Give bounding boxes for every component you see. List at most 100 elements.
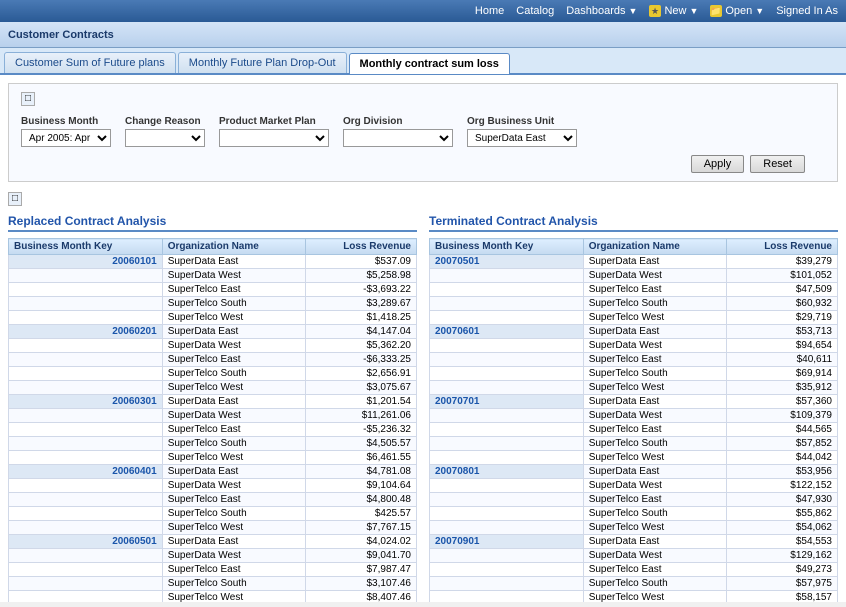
terminated-org-cell: SuperTelco South (583, 297, 727, 311)
replaced-org-cell: SuperTelco West (162, 381, 306, 395)
replaced-org-cell: SuperData East (162, 465, 306, 479)
table-row: SuperTelco West$1,418.25 (9, 311, 417, 325)
terminated-amount-cell: $57,852 (727, 437, 838, 451)
collapse-analysis-icon[interactable]: □ (8, 192, 22, 206)
replaced-key-cell: 20060501 (9, 535, 163, 549)
tab-monthly-contract[interactable]: Monthly contract sum loss (349, 53, 510, 74)
business-month-select[interactable]: Apr 2005: Apr 2I (21, 129, 111, 147)
replaced-org-cell: SuperTelco West (162, 311, 306, 325)
replaced-org-cell: SuperData East (162, 325, 306, 339)
replaced-amount-cell: $2,656.91 (306, 367, 417, 381)
replaced-col-loss: Loss Revenue (306, 239, 417, 255)
replaced-key-cell (9, 269, 163, 283)
table-row: SuperTelco East$47,509 (430, 283, 838, 297)
replaced-org-cell: SuperData East (162, 255, 306, 269)
terminated-key-cell (430, 563, 584, 577)
table-row: SuperTelco South$57,975 (430, 577, 838, 591)
replaced-org-cell: SuperData East (162, 395, 306, 409)
apply-button[interactable]: Apply (691, 155, 745, 173)
replaced-amount-cell: $1,201.54 (306, 395, 417, 409)
terminated-key-cell (430, 591, 584, 603)
terminated-amount-cell: $53,713 (727, 325, 838, 339)
table-row: SuperTelco South$2,656.91 (9, 367, 417, 381)
table-row: SuperTelco South$55,862 (430, 507, 838, 521)
terminated-table: Business Month Key Organization Name Los… (429, 238, 838, 602)
nav-catalog[interactable]: Catalog (516, 5, 554, 17)
table-row: SuperTelco West$35,912 (430, 381, 838, 395)
org-business-unit-select[interactable]: SuperData East (467, 129, 577, 147)
terminated-amount-cell: $122,152 (727, 479, 838, 493)
terminated-col-loss: Loss Revenue (727, 239, 838, 255)
replaced-amount-cell: $4,147.04 (306, 325, 417, 339)
table-row: SuperData West$94,654 (430, 339, 838, 353)
replaced-org-cell: SuperTelco East (162, 423, 306, 437)
replaced-key-cell: 20060401 (9, 465, 163, 479)
table-row: SuperTelco West$3,075.67 (9, 381, 417, 395)
terminated-col-key: Business Month Key (430, 239, 584, 255)
terminated-amount-cell: $47,509 (727, 283, 838, 297)
replaced-amount-cell: $6,461.55 (306, 451, 417, 465)
terminated-org-cell: SuperTelco South (583, 367, 727, 381)
terminated-amount-cell: $109,379 (727, 409, 838, 423)
terminated-amount-cell: $54,553 (727, 535, 838, 549)
replaced-amount-cell: $425.57 (306, 507, 417, 521)
replaced-org-cell: SuperTelco West (162, 521, 306, 535)
nav-new[interactable]: ★ New ▼ (649, 5, 698, 17)
replaced-key-cell (9, 437, 163, 451)
replaced-org-cell: SuperTelco East (162, 493, 306, 507)
replaced-key-cell (9, 451, 163, 465)
table-row: SuperData West$5,258.98 (9, 269, 417, 283)
terminated-org-cell: SuperTelco West (583, 591, 727, 603)
replaced-org-cell: SuperTelco South (162, 297, 306, 311)
replaced-amount-cell: $5,362.20 (306, 339, 417, 353)
filter-business-month: Business Month Apr 2005: Apr 2I (21, 116, 111, 147)
filter-row: Business Month Apr 2005: Apr 2I Change R… (21, 116, 825, 147)
terminated-amount-cell: $35,912 (727, 381, 838, 395)
terminated-amount-cell: $29,719 (727, 311, 838, 325)
table-row: SuperTelco West$6,461.55 (9, 451, 417, 465)
replaced-org-cell: SuperTelco South (162, 367, 306, 381)
terminated-key-cell: 20070601 (430, 325, 584, 339)
table-row: SuperTelco West$8,407.46 (9, 591, 417, 603)
product-market-select[interactable] (219, 129, 329, 147)
replaced-amount-cell: $9,041.70 (306, 549, 417, 563)
table-row: SuperData West$9,041.70 (9, 549, 417, 563)
replaced-amount-cell: $7,987.47 (306, 563, 417, 577)
table-row: SuperTelco East-$3,693.22 (9, 283, 417, 297)
collapse-filter-icon[interactable]: □ (21, 92, 35, 106)
table-row: 20060501SuperData East$4,024.02 (9, 535, 417, 549)
nav-dashboards[interactable]: Dashboards ▼ (566, 5, 637, 17)
tab-monthly-future[interactable]: Monthly Future Plan Drop-Out (178, 52, 347, 73)
change-reason-select[interactable] (125, 129, 205, 147)
replaced-key-cell (9, 423, 163, 437)
filter-buttons: Apply Reset (21, 155, 825, 173)
terminated-key-cell: 20070701 (430, 395, 584, 409)
replaced-amount-cell: $5,258.98 (306, 269, 417, 283)
org-division-select[interactable] (343, 129, 453, 147)
table-row: SuperTelco West$58,157 (430, 591, 838, 603)
table-row: SuperTelco South$3,107.46 (9, 577, 417, 591)
terminated-org-cell: SuperData East (583, 325, 727, 339)
terminated-key-cell (430, 381, 584, 395)
table-row: SuperTelco West$54,062 (430, 521, 838, 535)
terminated-key-cell (430, 451, 584, 465)
replaced-amount-cell: $3,289.67 (306, 297, 417, 311)
filter-org-division: Org Division (343, 116, 453, 147)
window-title: Customer Contracts (8, 29, 114, 41)
nav-home[interactable]: Home (475, 5, 504, 17)
replaced-amount-cell: $7,767.15 (306, 521, 417, 535)
replaced-amount-cell: $3,075.67 (306, 381, 417, 395)
tab-customer-sum[interactable]: Customer Sum of Future plans (4, 52, 176, 73)
table-row: 20070701SuperData East$57,360 (430, 395, 838, 409)
terminated-amount-cell: $53,956 (727, 465, 838, 479)
table-row: 20070801SuperData East$53,956 (430, 465, 838, 479)
reset-button[interactable]: Reset (750, 155, 805, 173)
table-row: SuperTelco East-$6,333.25 (9, 353, 417, 367)
table-row: SuperData West$109,379 (430, 409, 838, 423)
nav-open[interactable]: 📁 Open ▼ (710, 5, 764, 17)
terminated-amount-cell: $44,042 (727, 451, 838, 465)
terminated-org-cell: SuperData West (583, 269, 727, 283)
terminated-contract-section: Terminated Contract Analysis Business Mo… (429, 214, 838, 602)
replaced-key-cell (9, 507, 163, 521)
replaced-amount-cell: $4,024.02 (306, 535, 417, 549)
